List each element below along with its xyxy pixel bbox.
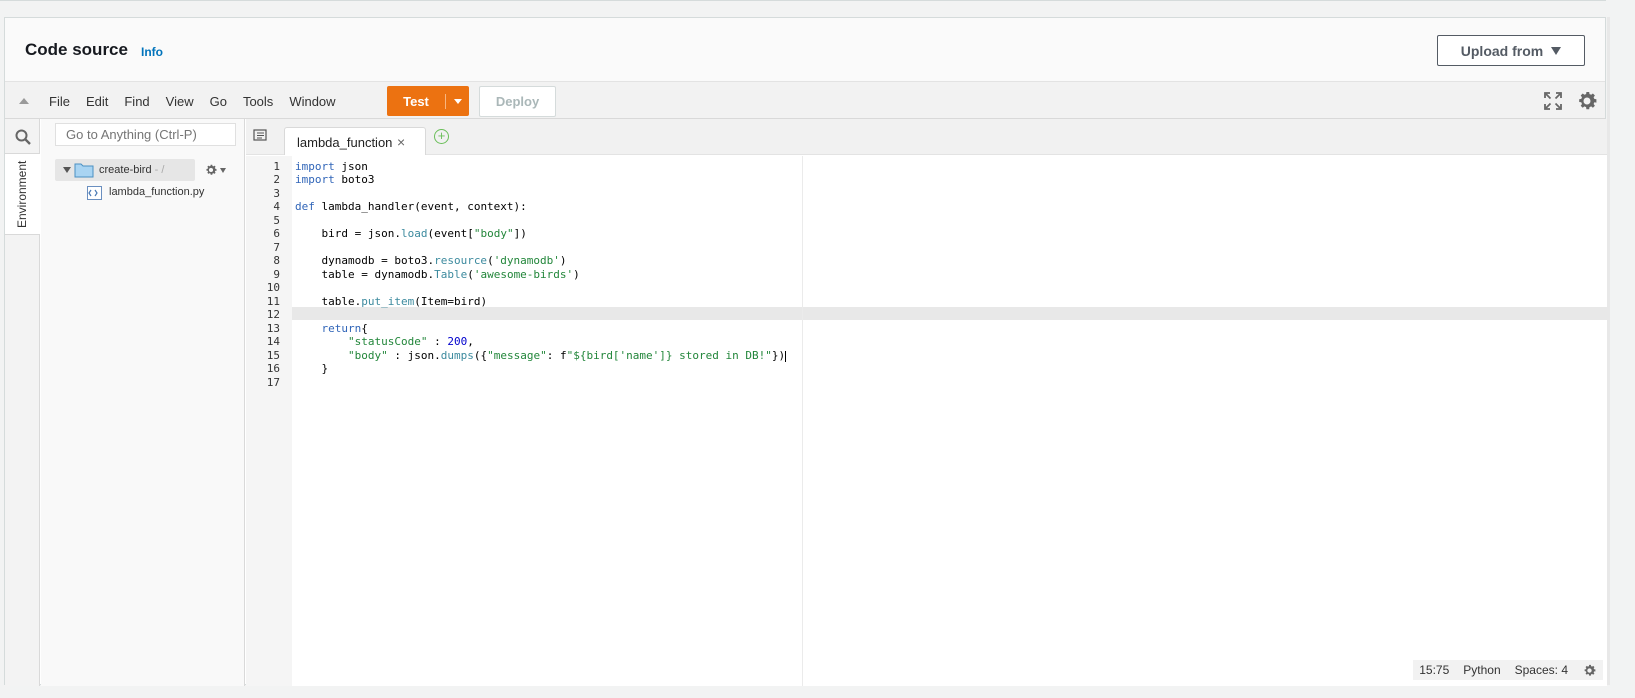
- line-number: 8: [273, 254, 280, 267]
- page-title: Code source: [25, 40, 128, 59]
- code-line: "body" : json.dumps({"message": f"${bird…: [347, 349, 787, 362]
- folder-icon: [74, 163, 94, 178]
- code-area[interactable]: import json import boto3 def lambda_hand…: [295, 156, 1607, 686]
- line-number: 12: [266, 308, 280, 321]
- folder-name: create-bird: [99, 164, 152, 176]
- line-number: 10: [266, 281, 280, 294]
- test-label: Test: [387, 93, 446, 109]
- add-tab-icon[interactable]: +: [434, 129, 449, 144]
- line-number: 4: [273, 200, 280, 213]
- close-icon[interactable]: ×: [397, 134, 405, 150]
- line-number: 15: [266, 349, 280, 362]
- ide-toolbar: File Edit Find View Go Tools Window Test…: [5, 81, 1605, 119]
- collapse-icon[interactable]: [19, 98, 29, 104]
- fullscreen-icon[interactable]: [1544, 92, 1562, 110]
- code-line: return{: [321, 322, 368, 335]
- panel-header: Code source Info Upload from: [5, 18, 1605, 81]
- top-divider: [0, 0, 1606, 1]
- search-icon[interactable]: [15, 129, 31, 145]
- line-gutter: 1 2 3 4 5 6 7 8 9 10 11 12 13 14 15 16 1…: [246, 156, 292, 686]
- code-line: import boto3: [295, 173, 375, 186]
- menu-find[interactable]: Find: [124, 94, 149, 109]
- file-tree: create-bird - / lambda_function.py: [41, 119, 245, 686]
- code-line: import json: [295, 160, 368, 173]
- code-line: bird = json.load(event["body"]): [295, 227, 527, 240]
- tab-label: lambda_function: [297, 135, 393, 150]
- test-dropdown-icon[interactable]: [446, 98, 469, 104]
- editor-status-bar: 15:75 Python Spaces: 4: [1413, 660, 1603, 680]
- line-number: 2: [273, 173, 280, 186]
- menu-edit[interactable]: Edit: [86, 94, 108, 109]
- line-number: 7: [273, 241, 280, 254]
- line-number: 5: [273, 214, 280, 227]
- python-file-icon: [87, 186, 102, 200]
- tab-lambda-function[interactable]: lambda_function ×: [284, 127, 426, 155]
- folder-path-suffix: - /: [151, 164, 165, 176]
- code-line: }: [295, 362, 329, 375]
- upload-from-button[interactable]: Upload from: [1437, 35, 1585, 66]
- menu-go[interactable]: Go: [210, 94, 227, 109]
- code-line: table = dynamodb.Table('awesome-birds'): [295, 268, 580, 281]
- environment-tab-label: Environment: [15, 160, 29, 228]
- page-scrollbar[interactable]: [1607, 17, 1610, 685]
- menu-file[interactable]: File: [49, 94, 70, 109]
- line-number: 17: [266, 376, 280, 389]
- deploy-button[interactable]: Deploy: [479, 86, 556, 117]
- code-line: "statusCode" : 200,: [347, 335, 474, 348]
- code-line: table.put_item(Item=bird): [295, 295, 488, 308]
- line-number: 3: [273, 187, 280, 200]
- code-line: dynamodb = boto3.resource('dynamodb'): [295, 254, 567, 267]
- goto-anything-input[interactable]: [55, 123, 236, 146]
- menu-bar: File Edit Find View Go Tools Window: [49, 82, 352, 120]
- tab-environment[interactable]: Environment: [5, 153, 40, 235]
- side-tab-rail: Environment: [5, 119, 40, 686]
- line-number: 14: [266, 335, 280, 348]
- file-name: lambda_function.py: [109, 186, 205, 198]
- folder-create-bird[interactable]: create-bird - /: [55, 159, 195, 181]
- gear-icon[interactable]: [1582, 663, 1597, 678]
- tree-settings[interactable]: [204, 163, 226, 177]
- code-editor: lambda_function × + 1 2 3 4 5 6 7 8 9 10…: [246, 119, 1607, 686]
- line-number: 11: [266, 295, 280, 308]
- line-number: 9: [273, 268, 280, 281]
- cursor-position[interactable]: 15:75: [1419, 663, 1449, 677]
- code-source-panel: Code source Info Upload from File Edit F…: [4, 17, 1607, 686]
- menu-tools[interactable]: Tools: [243, 94, 273, 109]
- menu-window[interactable]: Window: [289, 94, 335, 109]
- language-mode[interactable]: Python: [1463, 663, 1500, 677]
- caret-down-icon: [1551, 46, 1562, 55]
- caret-down-icon: [220, 167, 226, 173]
- code-line: def lambda_handler(event, context):: [295, 200, 527, 213]
- menu-view[interactable]: View: [166, 94, 194, 109]
- tab-list-icon[interactable]: [253, 129, 267, 141]
- line-number: 13: [266, 322, 280, 335]
- gear-icon: [206, 164, 217, 175]
- line-number: 6: [273, 227, 280, 240]
- info-link[interactable]: Info: [141, 45, 163, 59]
- line-number: 16: [266, 362, 280, 375]
- indent-setting[interactable]: Spaces: 4: [1515, 663, 1568, 677]
- line-number: 1: [273, 160, 280, 173]
- expand-caret-icon[interactable]: [63, 167, 71, 173]
- editor-tab-strip: lambda_function × +: [246, 119, 1607, 155]
- upload-from-label: Upload from: [1460, 42, 1544, 59]
- gear-icon[interactable]: [1575, 89, 1599, 113]
- test-button[interactable]: Test: [387, 86, 469, 116]
